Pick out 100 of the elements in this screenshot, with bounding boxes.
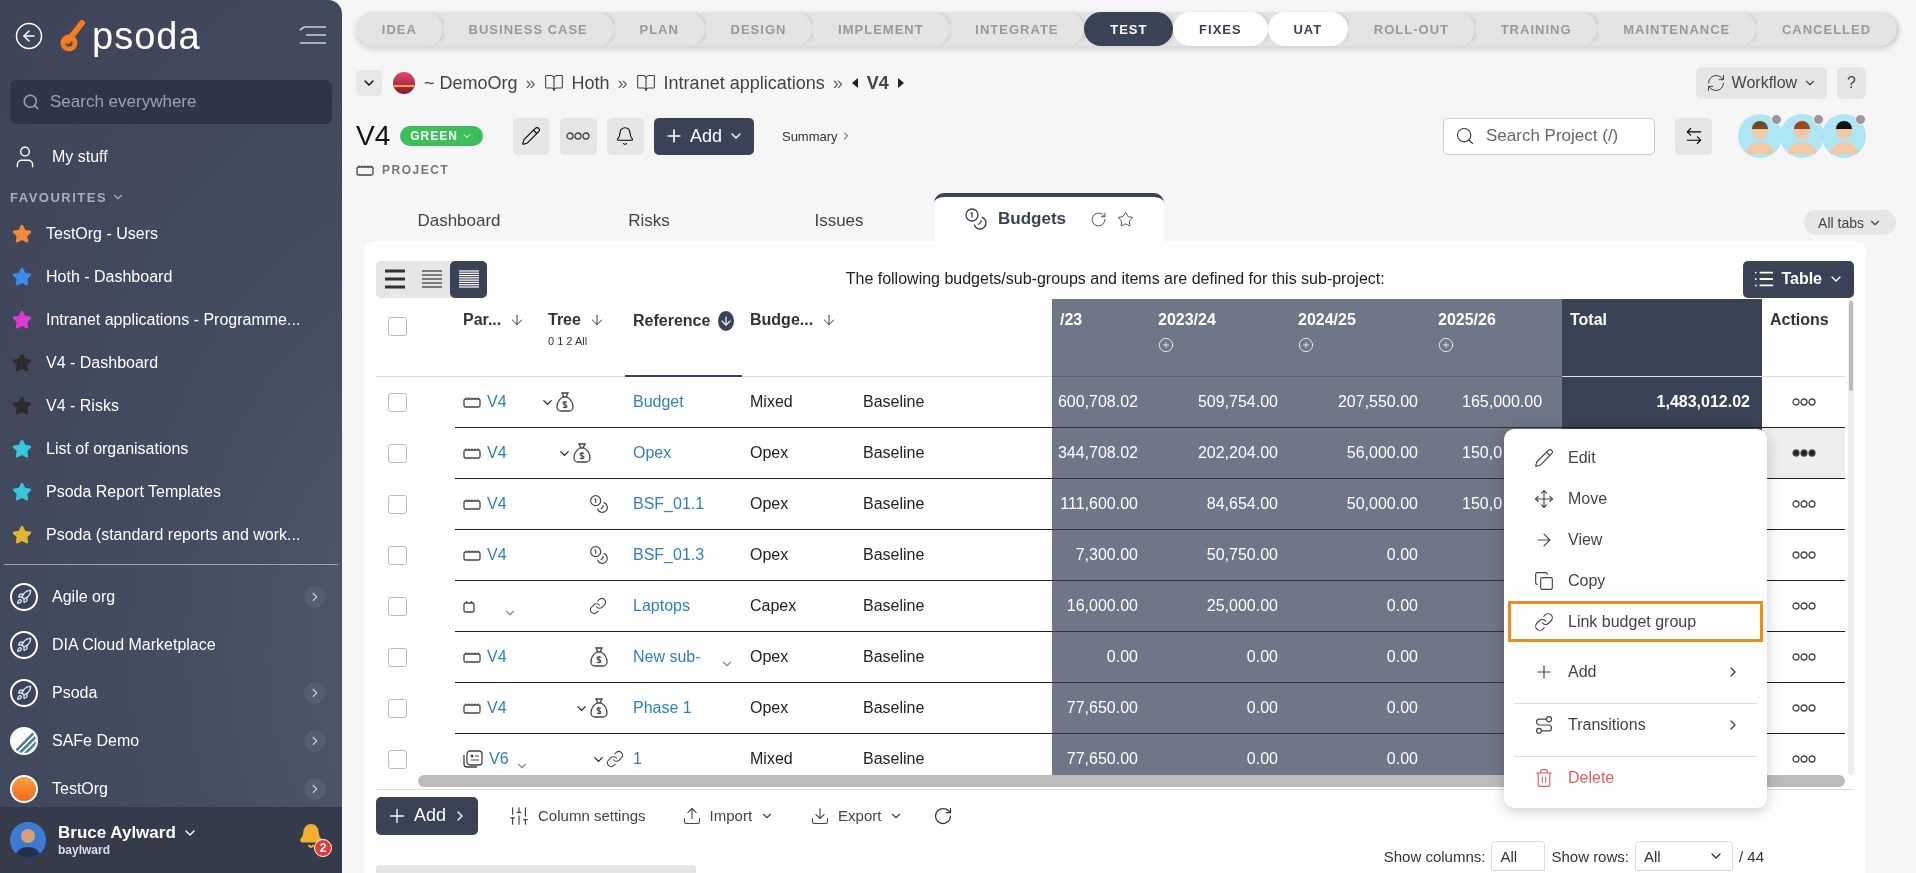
reference-link[interactable]: BSF_01.3 xyxy=(633,546,705,564)
column-header[interactable]: Reference xyxy=(633,312,711,330)
rocket-icon xyxy=(10,631,38,659)
reference-link[interactable]: Laptops xyxy=(633,597,690,615)
swap-button[interactable] xyxy=(1675,117,1712,155)
organisation-link[interactable]: Psoda xyxy=(52,684,98,702)
reference-link[interactable]: New sub- xyxy=(633,648,701,666)
my-stuff-link[interactable]: My stuff xyxy=(52,148,108,166)
back-icon[interactable] xyxy=(14,21,44,51)
parent-link[interactable]: V4 xyxy=(487,699,507,717)
column-header[interactable]: Budge... xyxy=(750,311,814,329)
menu-icon[interactable] xyxy=(298,25,328,47)
reference-link[interactable]: Opex xyxy=(633,444,672,462)
stage-step[interactable]: UAT xyxy=(1267,12,1348,46)
refresh-icon[interactable] xyxy=(933,805,954,826)
row-checkbox[interactable] xyxy=(388,750,407,769)
select-all-checkbox[interactable] xyxy=(388,317,407,336)
menu-item[interactable]: Link budget group xyxy=(1508,601,1763,642)
add-button[interactable]: Add xyxy=(376,796,479,835)
parent-link[interactable]: V4 xyxy=(487,444,507,462)
menu-item[interactable]: Add xyxy=(1508,651,1763,692)
menu-item[interactable]: Copy xyxy=(1508,560,1763,601)
favourite-link[interactable]: Psoda (standard reports and work... xyxy=(46,525,301,544)
sort-active-icon[interactable] xyxy=(718,311,734,331)
tab[interactable]: Issues xyxy=(744,201,934,241)
breadcrumb-link[interactable]: ~ DemoOrg xyxy=(424,72,518,94)
favourite-link[interactable]: V4 - Risks xyxy=(46,396,119,415)
expand-button[interactable] xyxy=(304,778,326,800)
view-dropdown-button[interactable]: Table xyxy=(1743,260,1854,298)
row-checkbox[interactable] xyxy=(388,699,407,718)
show-rows-select[interactable]: All xyxy=(1634,841,1733,871)
vertical-scrollbar[interactable] xyxy=(1848,299,1854,775)
breadcrumb-link[interactable]: Intranet applications xyxy=(663,72,825,94)
breadcrumb-link[interactable]: Hoth xyxy=(571,72,610,94)
row-checkbox[interactable] xyxy=(388,597,407,616)
reference-link[interactable]: Budget xyxy=(633,393,684,411)
edit-button[interactable] xyxy=(512,117,550,155)
parent-link[interactable]: V4 xyxy=(487,393,507,411)
parent-link[interactable]: V6 xyxy=(489,750,509,768)
star-icon[interactable] xyxy=(1117,210,1134,228)
density-toggle[interactable] xyxy=(450,260,487,298)
organisation-link[interactable]: SAFe Demo xyxy=(52,732,140,750)
column-header[interactable]: Tree xyxy=(548,311,581,329)
favourite-link[interactable]: Intranet applications - Programme... xyxy=(46,310,301,329)
expand-column-icon[interactable] xyxy=(1298,337,1314,353)
all-tabs-button[interactable]: All tabs xyxy=(1804,210,1896,235)
row-checkbox[interactable] xyxy=(388,393,407,412)
stage-step[interactable]: FIXES xyxy=(1173,12,1268,46)
expand-column-icon[interactable] xyxy=(1158,337,1174,353)
export-button[interactable]: Export xyxy=(804,804,910,827)
reference-link[interactable]: Phase 1 xyxy=(633,699,692,717)
organisation-link[interactable]: Agile org xyxy=(52,588,116,606)
row-checkbox[interactable] xyxy=(388,444,407,463)
bell-button[interactable] xyxy=(606,117,644,155)
tab[interactable]: Dashboard xyxy=(364,201,554,241)
avatar[interactable] xyxy=(1822,114,1866,158)
expand-button[interactable] xyxy=(304,682,326,704)
tab[interactable]: Risks xyxy=(554,201,744,241)
expand-button[interactable] xyxy=(304,730,326,752)
help-button[interactable]: ? xyxy=(1837,67,1866,99)
tree-level-links[interactable]: 0 1 2 All xyxy=(548,335,588,347)
expand-button[interactable] xyxy=(304,586,326,608)
row-checkbox[interactable] xyxy=(388,546,407,565)
row-checkbox[interactable] xyxy=(388,648,407,667)
user-name[interactable]: Bruce Aylward xyxy=(58,823,176,843)
parent-link[interactable]: V4 xyxy=(487,546,507,564)
menu-item[interactable]: Transitions xyxy=(1508,704,1763,745)
menu-item[interactable]: Delete xyxy=(1508,757,1763,798)
import-button[interactable]: Import xyxy=(675,804,781,827)
favourite-link[interactable]: List of organisations xyxy=(46,439,189,458)
expand-column-icon[interactable] xyxy=(1438,337,1454,353)
row-checkbox[interactable] xyxy=(388,495,407,514)
organisation-link[interactable]: TestOrg xyxy=(52,780,108,798)
reference-link[interactable]: BSF_01.1 xyxy=(633,495,705,513)
column-header[interactable]: Par... xyxy=(463,311,502,329)
show-columns-field[interactable]: All xyxy=(1491,841,1546,871)
add-button[interactable]: Add xyxy=(653,117,754,155)
search-field[interactable]: Search everywhere xyxy=(10,80,332,124)
favourite-link[interactable]: Psoda Report Templates xyxy=(46,482,221,501)
avatar[interactable] xyxy=(1738,114,1782,158)
search-field[interactable]: Search Project (/) xyxy=(1443,117,1655,155)
column-settings-button[interactable]: Column settings xyxy=(502,803,652,828)
previous-icon[interactable] xyxy=(850,77,859,89)
favourite-link[interactable]: V4 - Dashboard xyxy=(46,353,159,372)
dropdown-button[interactable] xyxy=(356,70,382,96)
workflow-button[interactable]: Workflow xyxy=(1695,67,1828,99)
stage-step[interactable]: TEST xyxy=(1084,12,1174,46)
move-icon xyxy=(1534,488,1554,509)
more-button[interactable] xyxy=(559,117,597,155)
summary-link[interactable]: Summary xyxy=(781,128,852,144)
favourite-link[interactable]: Hoth - Dashboard xyxy=(46,267,173,286)
organisation-link[interactable]: DIA Cloud Marketplace xyxy=(52,636,216,654)
user-avatar[interactable] xyxy=(10,822,46,858)
reference-link[interactable]: 1 xyxy=(633,750,642,768)
favourite-link[interactable]: TestOrg - Users xyxy=(46,224,158,243)
refresh-icon[interactable] xyxy=(1090,210,1107,228)
tab[interactable]: Budgets xyxy=(934,193,1164,241)
parent-link[interactable]: V4 xyxy=(487,495,507,513)
next-icon[interactable] xyxy=(896,77,905,89)
parent-link[interactable]: V4 xyxy=(487,648,507,666)
